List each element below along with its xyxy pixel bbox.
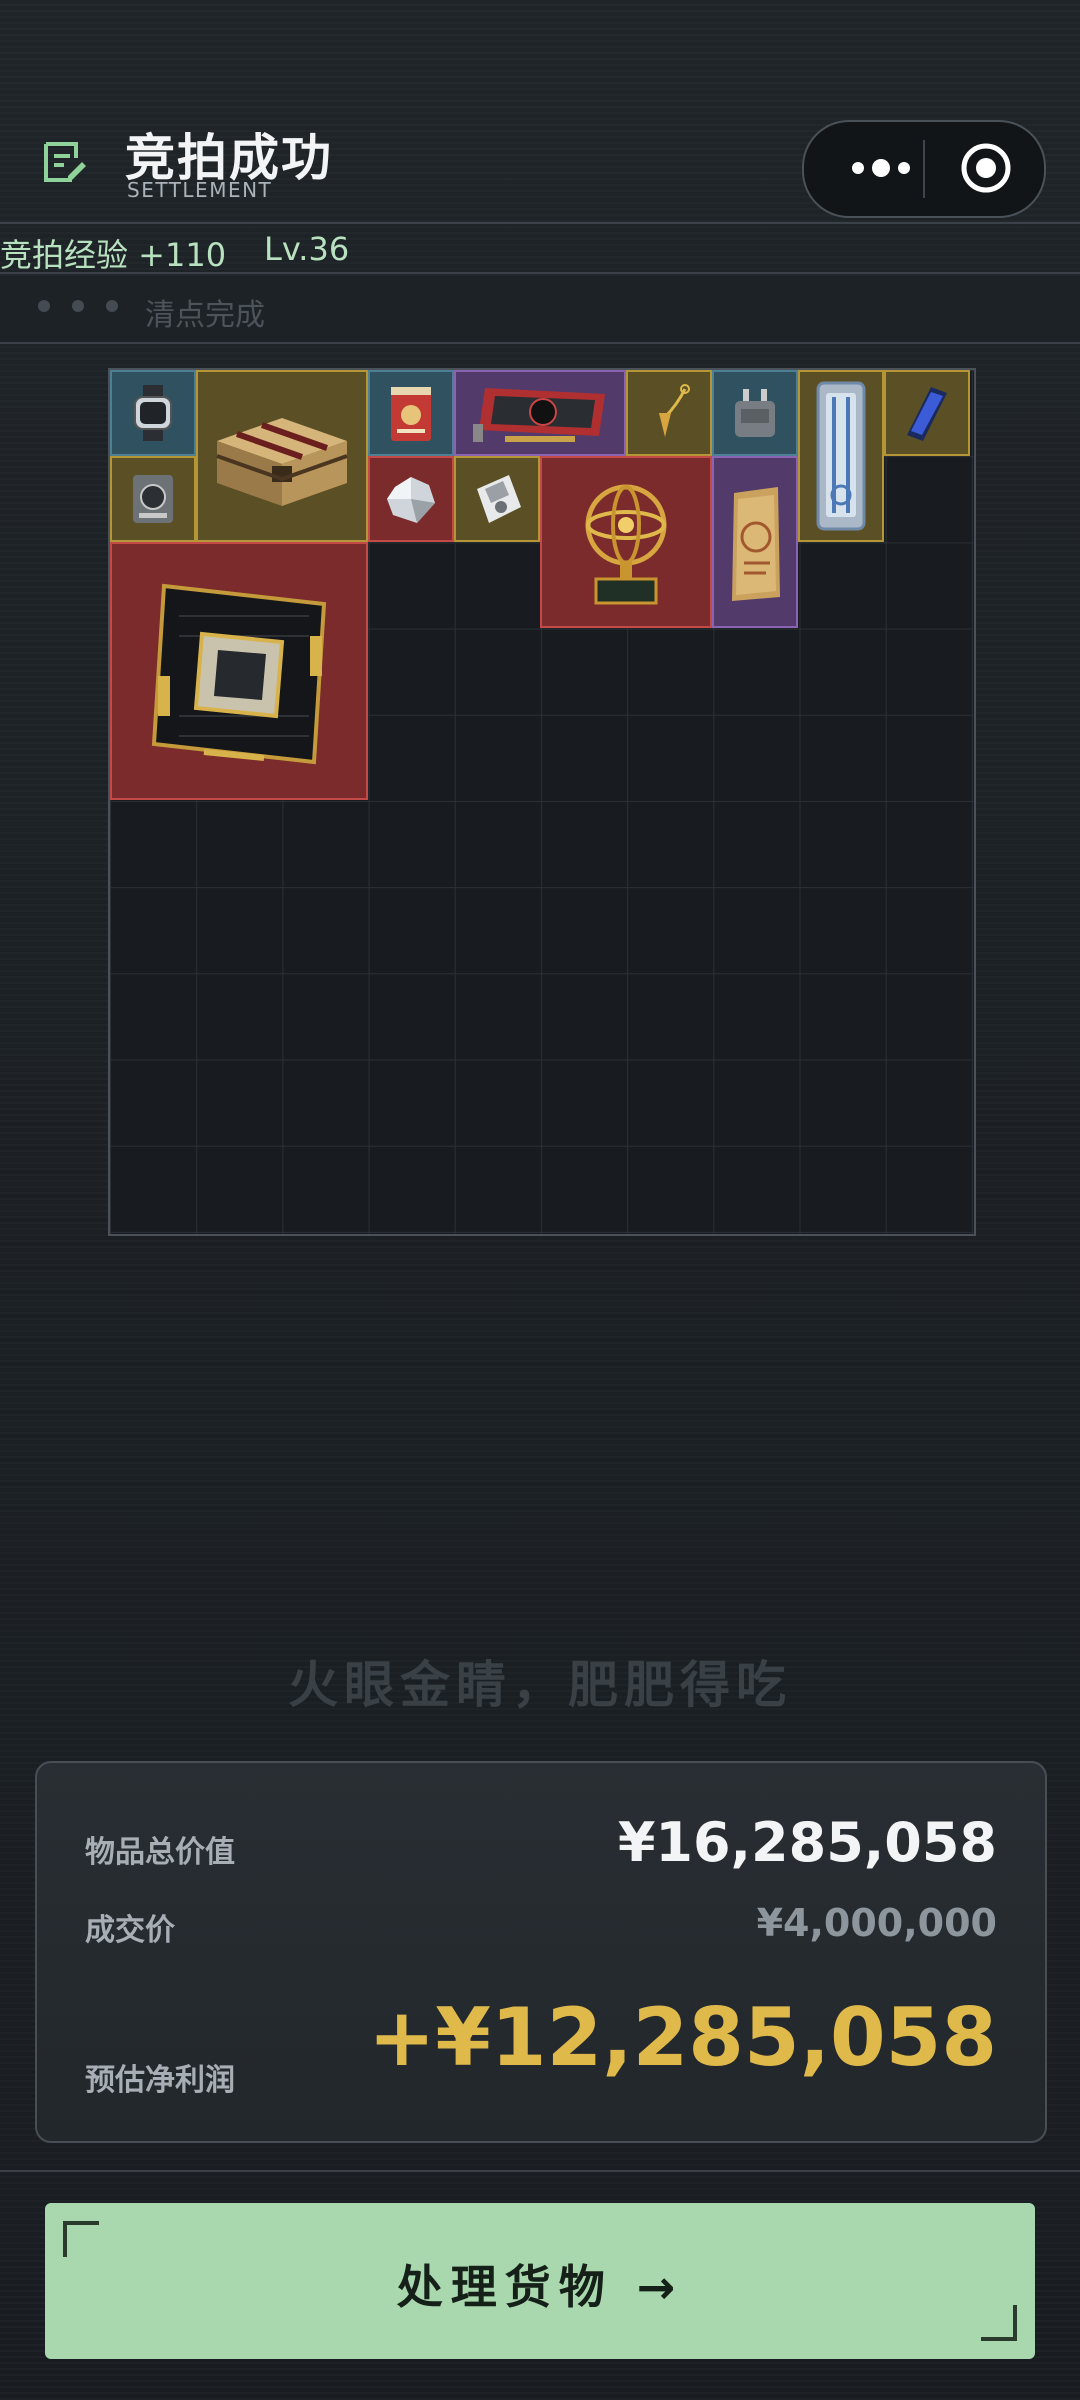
total-value-label: 物品总价值 [85,1835,235,1870]
more-dots-icon[interactable] [836,148,926,188]
crate-icon [216,418,348,506]
inventory-item-watch[interactable] [110,370,196,456]
player-level: Lv.36 [264,230,350,268]
armillary-icon [585,484,667,605]
document-icon [44,142,86,182]
folder-icon [732,487,780,601]
phone-icon [907,387,947,441]
page-subtitle: SETTLEMENT [127,178,273,202]
inventory-item-pendulum[interactable] [626,370,712,456]
loading-dots-icon [38,300,118,312]
inventory-item-meter-device[interactable] [110,456,196,542]
mini-program-capsule [802,120,1046,218]
profit-value: +¥12,285,058 [368,1991,997,2084]
experience-bar: 竞拍经验 +110 Lv.36 [0,224,1080,274]
floppy-icon [477,475,521,523]
divider [0,272,1080,274]
pendulum-icon [659,384,690,437]
inventory-item-smartphone[interactable] [884,370,970,456]
target-close-icon[interactable] [960,142,1012,194]
capsule-divider [923,140,925,198]
watch-icon [134,385,172,441]
inventory-item-armillary-sphere[interactable] [540,456,712,628]
inventory-item-diamond[interactable] [368,456,454,542]
deal-price-value: ¥4,000,000 [756,1901,997,1945]
process-goods-button[interactable]: 处理货物 → [45,2203,1035,2359]
experience-gain: 竞拍经验 +110 [0,236,227,274]
cpu-icon [151,583,327,765]
inventory-item-power-adapter[interactable] [712,370,798,456]
inventory-item-floppy-disk[interactable] [454,456,540,542]
inventory-item-tool-case[interactable] [798,370,884,542]
status-row: 清点完成 [0,276,1080,344]
inventory-item-graphics-card[interactable] [454,370,626,456]
total-value: ¥16,285,058 [617,1811,997,1874]
diamond-icon [387,477,435,523]
deal-price-label: 成交价 [85,1913,175,1948]
process-goods-label: 处理货物 → [396,2260,684,2314]
inventory-grid [108,368,976,1236]
profit-label: 预估净利润 [85,2063,235,2098]
settlement-summary: 物品总价值 ¥16,285,058 成交价 ¥4,000,000 预估净利润 +… [35,1761,1047,2143]
divider [0,2170,1080,2172]
tin-icon [391,387,431,441]
header: 竞拍成功 SETTLEMENT [0,0,1080,224]
inventory-item-document-folder[interactable] [712,456,798,628]
slogan-text: 火眼金睛，肥肥得吃 [288,1656,792,1714]
adapter-icon [735,389,775,437]
toolcase-icon [816,381,866,531]
gpu-icon [473,388,605,442]
inventory-item-red-tin[interactable] [368,370,454,456]
inventory-item-supply-crate[interactable] [196,370,368,542]
meter-icon [133,475,173,523]
inventory-item-processor-chip[interactable] [110,542,368,800]
status-text: 清点完成 [145,298,265,333]
